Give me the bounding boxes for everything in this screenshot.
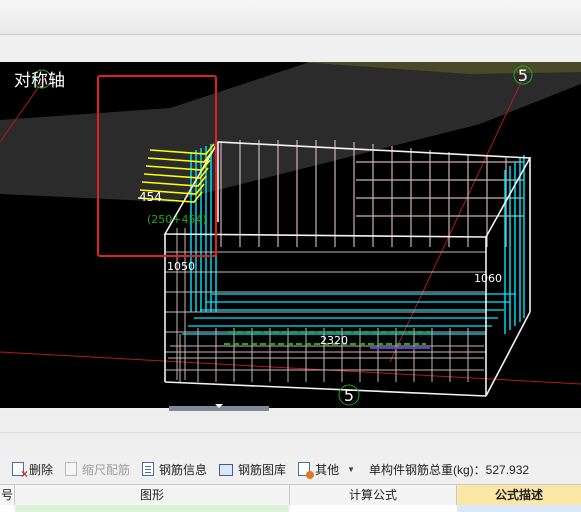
rebar-library-button[interactable]: 钢筋图库 — [219, 461, 286, 478]
rebar-3d-canvas[interactable]: 5 5 454 (250+454) 1050 1060 2320 — [0, 62, 581, 408]
chevron-down-icon: ▼ — [347, 464, 355, 474]
background-slab — [0, 62, 581, 202]
splitter-arrow-icon[interactable] — [215, 404, 223, 408]
top-toolbar-strip — [0, 0, 581, 35]
document-icon — [142, 462, 155, 476]
rebar-right-side — [504, 155, 525, 334]
other-dropdown[interactable]: 其他 ▼ — [298, 461, 355, 479]
dimension-formula: (250+454) — [147, 213, 207, 226]
table-cell-shape[interactable] — [15, 505, 289, 512]
dimension-1050: 1050 — [167, 260, 195, 273]
library-icon — [219, 464, 234, 476]
rebar-toolbar: 删除 缩尺配筋 钢筋信息 钢筋图库 其他 ▼ 单构件钢筋总重(kg)：527.9… — [0, 456, 581, 482]
table-cell-desc[interactable] — [457, 505, 581, 512]
scale-rebar-icon — [65, 462, 78, 476]
scale-rebar-button[interactable]: 缩尺配筋 — [65, 461, 130, 478]
rebar-info-button[interactable]: 钢筋信息 — [142, 461, 207, 478]
dimension-2320: 2320 — [320, 334, 348, 347]
axis-number-top: 5 — [518, 66, 528, 85]
delete-icon — [12, 462, 28, 481]
dimension-454: 454 — [139, 190, 162, 204]
delete-button[interactable]: 删除 — [12, 461, 54, 481]
table-row[interactable] — [0, 505, 581, 512]
rebar-front-face — [165, 228, 486, 380]
other-icon — [298, 462, 315, 479]
rebar-table-header: 号 图形 计算公式 公式描述 — [0, 484, 581, 506]
divider — [0, 432, 581, 433]
symmetry-axis-label: 对称轴 — [14, 71, 65, 91]
3d-rebar-viewport[interactable]: 5 5 454 (250+454) 1050 1060 2320 对称轴 — [0, 62, 581, 408]
rebar-info-label: 钢筋信息 — [159, 462, 208, 477]
dimension-1060: 1060 — [474, 272, 502, 285]
rebar-bottom-cyan — [182, 293, 516, 335]
scale-rebar-label: 缩尺配筋 — [82, 462, 131, 477]
column-header-shape[interactable]: 图形 — [15, 485, 290, 505]
rebar-library-label: 钢筋图库 — [238, 462, 287, 477]
column-header-formula-desc[interactable]: 公式描述 — [457, 485, 581, 505]
total-weight-readout: 单构件钢筋总重(kg)：527.932 — [369, 462, 530, 477]
axis-number-bottom: 5 — [344, 386, 354, 405]
column-header-number[interactable]: 号 — [0, 485, 15, 505]
delete-label: 删除 — [29, 462, 54, 477]
column-header-formula[interactable]: 计算公式 — [290, 485, 457, 505]
axis-line — [0, 351, 581, 385]
other-label: 其他 — [315, 462, 340, 477]
panel-spacer — [0, 411, 581, 455]
